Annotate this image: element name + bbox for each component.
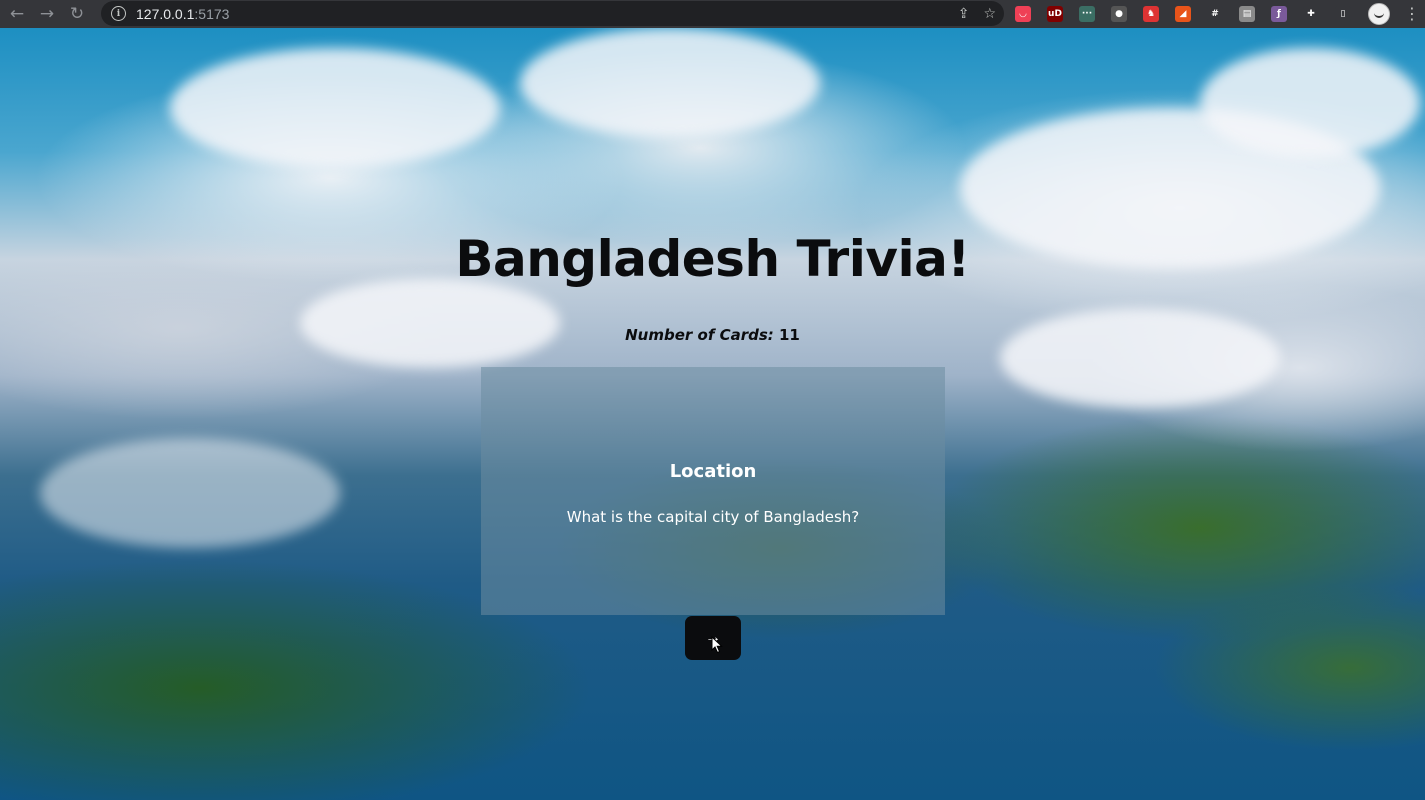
hash-extension-icon[interactable]: # [1207, 6, 1223, 22]
back-arrow-icon[interactable]: ← [4, 1, 30, 27]
flask-extension-icon[interactable]: ● [1111, 6, 1127, 22]
card-category: Location [669, 461, 757, 482]
share-icon[interactable]: ⇪ [958, 6, 970, 22]
card-count-label: Number of Cards: [625, 326, 774, 344]
forward-arrow-icon[interactable]: → [34, 1, 60, 27]
address-bar[interactable]: i 127.0.0.1:5173 ⇪ ☆ [101, 1, 1004, 26]
dots-extension-icon[interactable]: ··· [1079, 6, 1095, 22]
notes-extension-icon[interactable]: ▤ [1239, 6, 1255, 22]
reload-icon[interactable]: ↻ [64, 1, 90, 27]
profile-avatar[interactable] [1368, 3, 1390, 25]
site-info-icon[interactable]: i [111, 6, 126, 21]
card-question: What is the capital city of Bangladesh? [566, 508, 860, 526]
sidepanel-icon[interactable]: ▯ [1335, 6, 1351, 22]
mouse-pointer-icon [711, 636, 723, 654]
browser-toolbar: ← → ↻ i 127.0.0.1:5173 ⇪ ☆ ◡ uD ··· ● ♞ ◢ # ▤ ƒ ✚… [0, 0, 1425, 28]
extension-tray: ◡ uD ··· ● ♞ ◢ # ▤ ƒ ✚ ▯ [1015, 0, 1367, 28]
page-title: Bangladesh Trivia! [455, 230, 970, 288]
pocket-icon[interactable]: ◡ [1015, 6, 1031, 22]
shield-extension-icon[interactable]: ♞ [1143, 6, 1159, 22]
card-count-value: 11 [779, 326, 800, 344]
puzzle-extensions-icon[interactable]: ✚ [1303, 6, 1319, 22]
browser-menu-icon[interactable]: ⋮ [1404, 4, 1420, 24]
url-port: :5173 [194, 5, 230, 22]
ublock-icon[interactable]: uD [1047, 6, 1063, 22]
wave-extension-icon[interactable]: ◢ [1175, 6, 1191, 22]
trivia-app: Bangladesh Trivia! Number of Cards: 11 L… [0, 28, 1425, 800]
flashcard[interactable]: Location What is the capital city of Ban… [481, 367, 945, 615]
bookmark-star-icon[interactable]: ☆ [983, 6, 996, 22]
card-count: Number of Cards: 11 [0, 326, 1425, 344]
url-host: 127.0.0.1 [136, 5, 195, 22]
feather-extension-icon[interactable]: ƒ [1271, 6, 1287, 22]
url-text[interactable]: 127.0.0.1:5173 [136, 6, 229, 22]
